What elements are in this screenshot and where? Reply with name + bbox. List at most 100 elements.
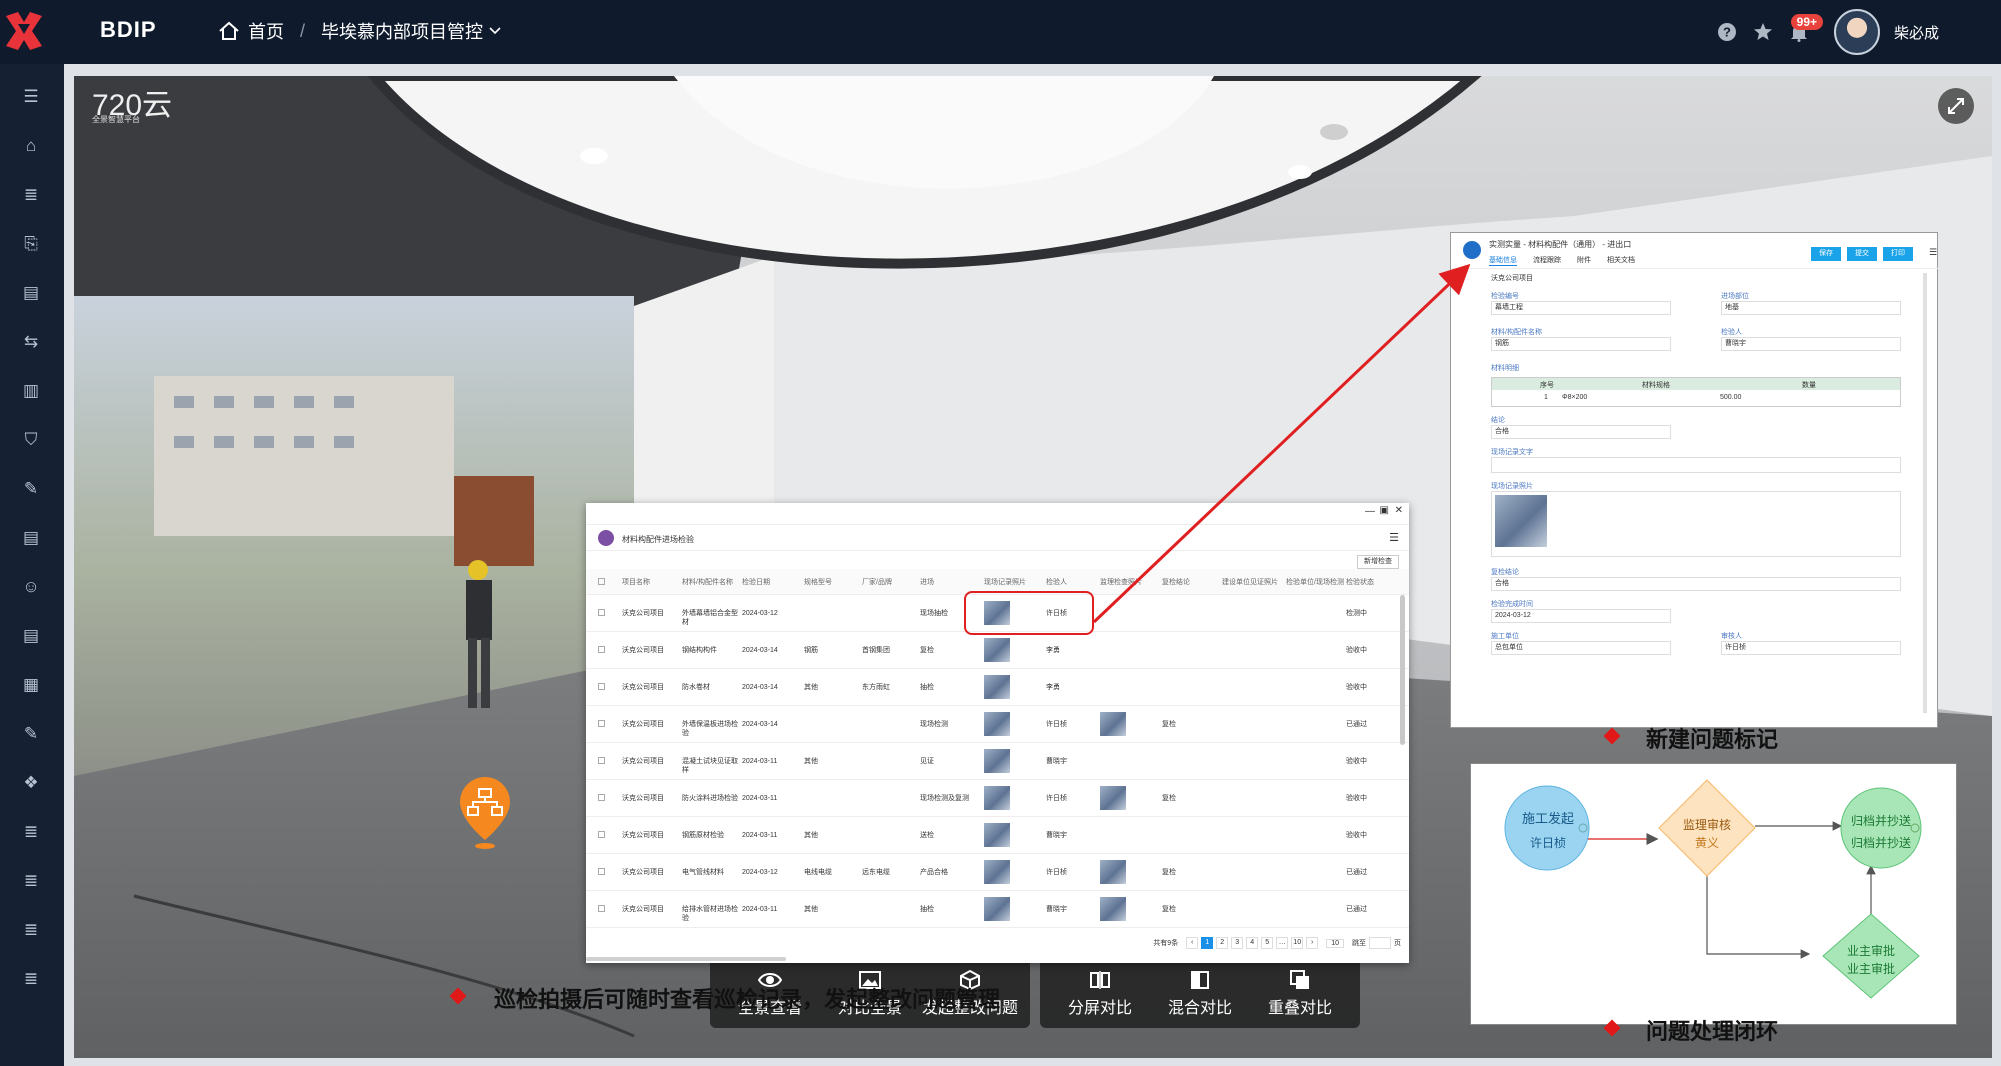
- site-photo-thumbnail[interactable]: [984, 712, 1010, 736]
- list-icon[interactable]: ≣: [20, 821, 42, 843]
- site-photo-thumbnail[interactable]: [984, 860, 1010, 884]
- table-column-header[interactable]: 进场: [920, 578, 934, 587]
- table-column-header[interactable]: 检验单位/现场检测: [1286, 578, 1344, 587]
- help-icon[interactable]: ?: [1716, 21, 1738, 43]
- table-row[interactable]: 沃克公司项目 钢筋原材检验 2024-03-11 其他 送检 曹晓宇 验收中: [586, 817, 1409, 854]
- site-photo-thumbnail[interactable]: [984, 897, 1010, 921]
- row-checkbox[interactable]: [598, 905, 605, 912]
- table-row[interactable]: 沃克公司项目 电气管线材料 2024-03-12 电线电缆 远东电缆 产品合格 许日桢 复检 已…: [586, 854, 1409, 891]
- home-icon[interactable]: [218, 21, 240, 41]
- page-number[interactable]: 10: [1291, 937, 1304, 949]
- page-number[interactable]: 1: [1201, 937, 1214, 949]
- table-column-header[interactable]: 检验日期: [742, 578, 770, 587]
- page-number[interactable]: 3: [1231, 937, 1244, 949]
- add-inspection-button[interactable]: 新增检查: [1357, 555, 1399, 569]
- goto-page-input[interactable]: [1369, 937, 1391, 949]
- site-photo-thumbnail[interactable]: [984, 638, 1010, 662]
- table-row[interactable]: 沃克公司项目 混凝土试块见证取样 2024-03-11 其他 见证 曹晓宇 验收中: [586, 743, 1409, 780]
- supervision-photo-thumbnail[interactable]: [1100, 786, 1126, 810]
- row-checkbox[interactable]: [598, 831, 605, 838]
- site-photo-thumbnail[interactable]: [984, 786, 1010, 810]
- minimize-icon[interactable]: —: [1365, 506, 1375, 517]
- form-field-input[interactable]: 钢筋: [1491, 337, 1671, 351]
- list-icon[interactable]: ≣: [20, 919, 42, 941]
- table-scrollbar[interactable]: [1400, 595, 1405, 745]
- table-column-header[interactable]: 监理检查照片: [1100, 578, 1142, 587]
- restore-icon[interactable]: ▣: [1380, 505, 1389, 516]
- report-icon[interactable]: ▤: [20, 527, 42, 549]
- select-all-checkbox[interactable]: [598, 578, 605, 585]
- supervision-photo-thumbnail[interactable]: [1100, 897, 1126, 921]
- save-button[interactable]: 保存: [1811, 247, 1841, 261]
- table-column-header[interactable]: 复检结论: [1162, 578, 1190, 587]
- row-checkbox[interactable]: [598, 868, 605, 875]
- table-row[interactable]: 沃克公司项目 外墙保温板进场检验 2024-03-14 现场检测 许日桢 复检 已通过: [586, 706, 1409, 743]
- site-photo-thumbnail[interactable]: [984, 675, 1010, 699]
- avatar[interactable]: [1833, 9, 1880, 55]
- site-photo-thumbnail[interactable]: [984, 749, 1010, 773]
- table-column-header[interactable]: 规格型号: [804, 578, 832, 587]
- breadcrumb-project[interactable]: 毕埃慕内部项目管控: [321, 18, 483, 44]
- table-row[interactable]: 沃克公司项目 给排水管材进场检验 2024-03-11 其他 抽检 曹晓宇 复检 已通过: [586, 891, 1409, 928]
- tab-basic-info[interactable]: 基础信息: [1489, 255, 1517, 266]
- submit-button[interactable]: 提交: [1847, 247, 1877, 261]
- supervision-photo-thumbnail[interactable]: [1100, 712, 1126, 736]
- building-icon[interactable]: ▥: [20, 380, 42, 402]
- table-column-header[interactable]: 项目名称: [622, 578, 650, 587]
- unit-input[interactable]: 总包单位: [1491, 641, 1671, 655]
- prev-page-icon[interactable]: ‹: [1186, 937, 1199, 949]
- form-field-input[interactable]: 曹晓宇: [1721, 337, 1901, 351]
- horizontal-scrollbar[interactable]: [586, 957, 786, 961]
- table-row[interactable]: 沃克公司项目 防火涂料进场检验 2024-03-11 现场检测及复测 许日桢 复检 验收中: [586, 780, 1409, 817]
- tab-flow-tracking[interactable]: 流程跟踪: [1533, 255, 1561, 266]
- page-number[interactable]: 2: [1216, 937, 1229, 949]
- page-number[interactable]: 5: [1261, 937, 1274, 949]
- sign-icon[interactable]: ⇆: [20, 331, 42, 353]
- hotspot-pin-icon[interactable]: [458, 775, 512, 849]
- row-checkbox[interactable]: [598, 609, 605, 616]
- row-checkbox[interactable]: [598, 683, 605, 690]
- home-icon[interactable]: ⌂: [20, 135, 42, 157]
- page-size-select[interactable]: 10: [1326, 938, 1344, 948]
- menu-icon[interactable]: ☰: [20, 86, 42, 108]
- page-number[interactable]: 4: [1246, 937, 1259, 949]
- star-icon[interactable]: [1752, 21, 1774, 43]
- table-column-header[interactable]: 检验人: [1046, 578, 1067, 587]
- site-photo-thumbnail[interactable]: [984, 823, 1010, 847]
- row-checkbox[interactable]: [598, 646, 605, 653]
- report-icon[interactable]: ▤: [20, 625, 42, 647]
- breadcrumb-home[interactable]: 首页: [248, 18, 284, 44]
- date-input[interactable]: 2024-03-12: [1491, 609, 1671, 623]
- shield-icon[interactable]: ⛉: [20, 429, 42, 451]
- table-row[interactable]: 沃克公司项目 钢结构构件 2024-03-14 钢筋 首钢集团 复检 李勇 验收中: [586, 632, 1409, 669]
- form-scrollbar[interactable]: [1923, 273, 1927, 713]
- table-column-header[interactable]: 检验状态: [1346, 578, 1374, 587]
- table-column-header[interactable]: 现场记录照片: [984, 578, 1026, 587]
- row-checkbox[interactable]: [598, 794, 605, 801]
- form-more-icon[interactable]: ☰: [1929, 247, 1937, 258]
- list-icon[interactable]: ≣: [20, 184, 42, 206]
- report-icon[interactable]: ▤: [20, 282, 42, 304]
- cubes-icon[interactable]: ❖: [20, 772, 42, 794]
- page-number[interactable]: …: [1276, 937, 1289, 949]
- chevron-down-icon[interactable]: [489, 27, 501, 35]
- print-button[interactable]: 打印: [1883, 247, 1913, 261]
- tab-attachments[interactable]: 附件: [1577, 255, 1591, 266]
- edit-icon[interactable]: ✎: [20, 478, 42, 500]
- toolbar-button-split-compare[interactable]: 分屏对比: [1050, 958, 1150, 1028]
- app-logo-icon[interactable]: [6, 12, 42, 50]
- site-notes-input[interactable]: [1491, 457, 1901, 473]
- conclusion-input[interactable]: 合格: [1491, 425, 1671, 439]
- more-menu-icon[interactable]: ☰: [1389, 531, 1399, 544]
- list-icon[interactable]: ≣: [20, 870, 42, 892]
- site-photo-thumbnail[interactable]: [1495, 495, 1547, 547]
- users-icon[interactable]: ☺: [20, 576, 42, 598]
- next-page-icon[interactable]: ›: [1306, 937, 1319, 949]
- tab-related-docs[interactable]: 相关文档: [1607, 255, 1635, 266]
- form-field-input[interactable]: 地基: [1721, 301, 1901, 315]
- table-row[interactable]: 沃克公司项目 防水卷材 2024-03-14 其他 东方雨虹 抽检 李勇 验收中: [586, 669, 1409, 706]
- toolbar-button-overlay-compare[interactable]: 重叠对比: [1250, 958, 1350, 1028]
- fullscreen-button[interactable]: [1938, 88, 1974, 124]
- row-checkbox[interactable]: [598, 720, 605, 727]
- toolbar-button-blend-compare[interactable]: 混合对比: [1150, 958, 1250, 1028]
